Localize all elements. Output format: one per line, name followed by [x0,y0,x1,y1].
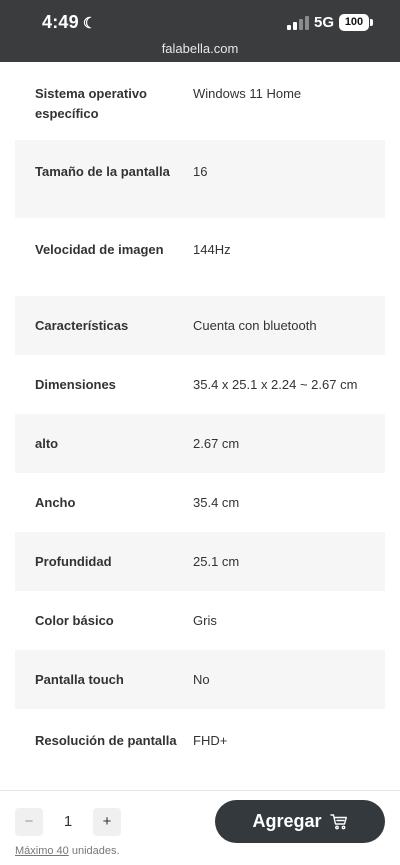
cellular-signal-icon [287,16,309,30]
spec-value: 35.4 cm [193,494,240,510]
status-time: 4:49 ☾ [42,12,96,33]
add-to-cart-label: Agregar [252,811,322,831]
spec-row: Características Cuenta con bluetooth [15,296,385,355]
quantity-value[interactable]: 1 [53,813,83,830]
url-bar[interactable]: falabella.com [0,41,400,56]
spec-row: Sistema operativo específico Windows 11 … [15,62,385,140]
spec-row: Tamaño de la pantalla 16 [15,140,385,218]
spec-row: alto 2.67 cm [15,414,385,473]
spec-row: Resolución de pantalla FHD+ [15,709,385,787]
spec-value: 144Hz [193,242,231,257]
battery-icon: 100 [339,14,373,31]
spec-row: Velocidad de imagen 144Hz [15,218,385,296]
max-units-note: Máximo 40 unidades. [15,845,120,857]
spec-row: Profundidad 25.1 cm [15,532,385,591]
spec-value: Cuenta con bluetooth [193,317,317,333]
spec-label: Características [35,317,129,333]
spec-label: Pantalla touch [35,671,124,687]
spec-value: 2.67 cm [193,435,240,451]
status-time-text: 4:49 [42,12,79,32]
max-units-suffix: unidades. [68,845,120,857]
spec-value: 25.1 cm [193,553,240,569]
spec-value: No [193,671,210,687]
spec-label: Resolución de pantalla [35,733,177,748]
specs-table: Sistema operativo específico Windows 11 … [15,62,385,787]
spec-label: Color básico [35,612,114,628]
browser-chrome: 4:49 ☾ 5G 100 falabella.com [0,0,400,62]
spec-row: Dimensiones 35.4 x 25.1 x 2.24 ~ 2.67 cm [15,355,385,414]
spec-label: Velocidad de imagen [35,242,164,257]
spec-row: Color básico Gris [15,591,385,650]
network-type: 5G [314,14,335,31]
spec-value: 16 [193,164,208,179]
spec-label: Ancho [35,494,76,510]
spec-row: Ancho 35.4 cm [15,473,385,532]
cart-icon [329,813,347,829]
quantity-decrement-button[interactable]: − [15,808,43,836]
spec-label: Profundidad [35,553,112,569]
add-to-cart-button[interactable]: Agregar [215,800,385,843]
add-to-cart-bar: − 1 + Máximo 40 unidades. Agregar [0,790,400,865]
spec-value: Gris [193,612,217,628]
spec-row: Pantalla touch No [15,650,385,709]
moon-icon: ☾ [82,15,97,32]
spec-label: Tamaño de la pantalla [35,164,170,179]
spec-label: Dimensiones [35,376,116,392]
spec-value: 35.4 x 25.1 x 2.24 ~ 2.67 cm [193,376,358,392]
spec-label: Sistema operativo específico [35,86,147,121]
spec-value: FHD+ [193,733,228,748]
spec-value: Windows 11 Home [193,86,302,101]
quantity-increment-button[interactable]: + [93,808,121,836]
max-units-amount: Máximo 40 [15,845,69,857]
spec-label: alto [35,435,59,451]
